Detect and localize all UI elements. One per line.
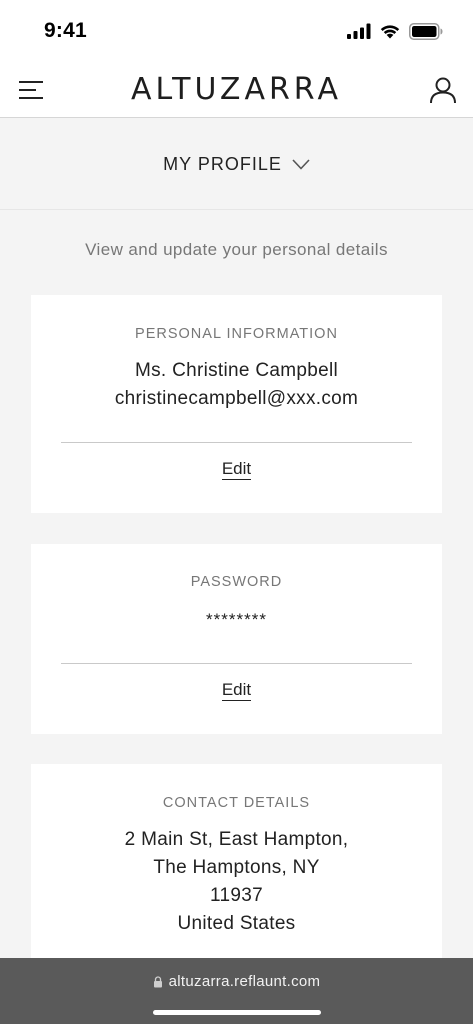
address-line: 2 Main St, East Hampton, — [124, 829, 349, 850]
account-button[interactable] — [429, 76, 457, 104]
edit-label: Edit — [221, 459, 252, 480]
password-card: PASSWORD ******** Edit — [31, 544, 442, 734]
status-icons — [347, 22, 443, 40]
profile-section-dropdown[interactable]: MY PROFILE — [0, 119, 473, 210]
battery-icon — [409, 22, 443, 40]
cellular-signal-icon — [347, 23, 371, 39]
section-title: MY PROFILE — [163, 153, 282, 174]
password-value: ******** — [206, 610, 267, 629]
url-row: altuzarra.reflaunt.com — [153, 973, 321, 990]
personal-information-label: PERSONAL INFORMATION — [135, 326, 338, 342]
user-icon — [430, 77, 456, 103]
brand-logo[interactable]: ALTUZARRA — [0, 72, 473, 107]
nav-bar: ALTUZARRA — [0, 62, 473, 118]
edit-password-link[interactable]: Edit — [31, 680, 442, 701]
menu-button[interactable] — [18, 80, 44, 100]
lock-icon — [153, 975, 162, 987]
address-line: 11937 — [210, 885, 263, 906]
address-line: United States — [177, 913, 296, 934]
wifi-icon — [380, 25, 400, 39]
customer-email: christinecampbell@xxx.com — [114, 388, 359, 409]
browser-url-bar[interactable]: altuzarra.reflaunt.com — [0, 958, 473, 1024]
contact-details-label: CONTACT DETAILS — [162, 795, 311, 811]
contact-details-card: CONTACT DETAILS 2 Main St, East Hampton,… — [31, 764, 442, 958]
home-indicator[interactable] — [152, 1010, 321, 1015]
divider — [61, 663, 412, 664]
customer-name: Ms. Christine Campbell — [135, 360, 338, 381]
edit-label: Edit — [221, 680, 252, 701]
address-line: The Hamptons, NY — [153, 857, 320, 878]
password-label: PASSWORD — [190, 574, 283, 590]
personal-information-card: PERSONAL INFORMATION Ms. Christine Campb… — [31, 295, 442, 513]
edit-personal-information-link[interactable]: Edit — [31, 459, 442, 480]
hamburger-menu-icon — [19, 80, 43, 99]
chevron-down-icon — [292, 158, 310, 170]
status-bar: 9:41 — [0, 0, 473, 62]
url-text: altuzarra.reflaunt.com — [168, 973, 321, 990]
page-subtitle: View and update your personal details — [85, 240, 388, 259]
status-time: 9:41 — [44, 19, 87, 42]
divider — [61, 442, 412, 443]
